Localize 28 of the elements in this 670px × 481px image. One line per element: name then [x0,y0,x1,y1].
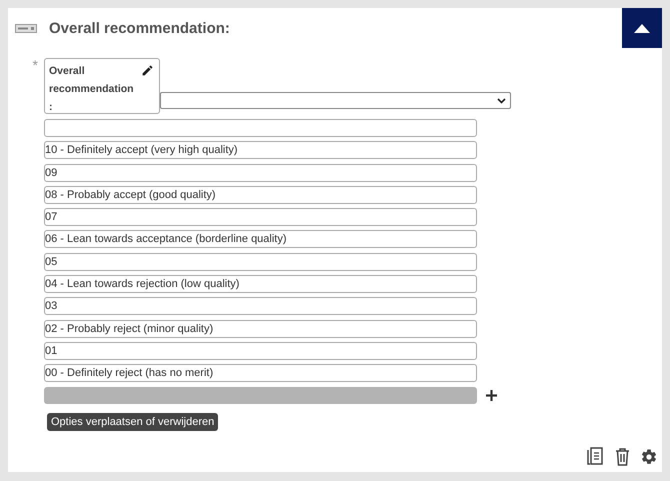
collapse-button[interactable] [622,8,662,48]
option-field[interactable]: 08 - Probably accept (good quality) [44,186,477,204]
input-field-icon [15,24,37,32]
tooltip: Opties verplaatsen of verwijderen [47,412,218,431]
option-field[interactable]: 07 [44,208,477,226]
option-field[interactable]: 05 [44,252,477,271]
option-field[interactable]: 03 [44,297,477,316]
settings-icon[interactable] [640,448,658,466]
pencil-icon[interactable] [141,64,154,77]
trash-icon[interactable] [615,448,630,466]
blank-option-field[interactable] [44,119,477,137]
new-option-field[interactable] [44,386,477,404]
option-field[interactable]: 00 - Definitely reject (has no merit) [44,364,477,382]
option-field[interactable]: 02 - Probably reject (minor quality) [44,320,477,338]
label-text: Overall recommendation: [49,64,135,115]
required-mark: * [32,58,39,75]
option-field[interactable]: 10 - Definitely accept (very high quality) [44,141,477,160]
chevron-down-icon [497,98,506,104]
section-title: Overall recommendation: [49,20,231,36]
option-field[interactable]: 06 - Lean towards acceptance (borderline quality) [44,230,477,248]
plus-icon[interactable] [486,390,497,401]
copy-icon[interactable] [587,447,605,467]
question-label[interactable]: Overall recommendation: [44,58,160,114]
dropdown-select[interactable] [160,92,511,109]
option-field[interactable]: 01 [44,342,477,360]
option-field[interactable]: 04 - Lean towards rejection (low quality) [44,275,477,294]
triangle-up-icon [634,24,650,32]
option-field[interactable]: 09 [44,164,477,182]
